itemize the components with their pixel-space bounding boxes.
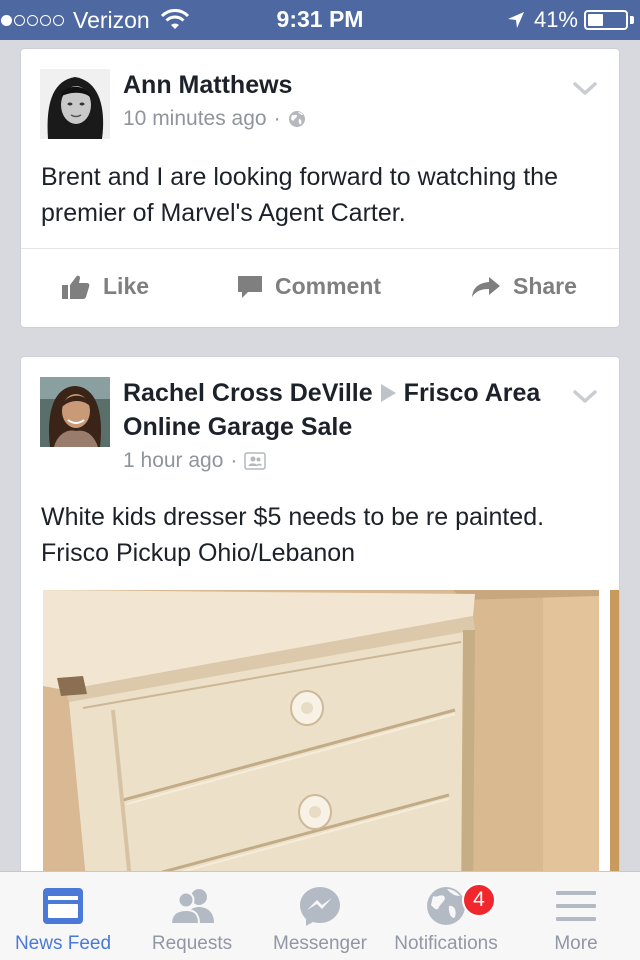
post-text: Brent and I are looking forward to watch…: [41, 163, 558, 227]
dresser-photo-next[interactable]: [610, 590, 620, 896]
tab-label: More: [554, 933, 598, 954]
post-meta: 1 hour ago ·: [123, 449, 267, 473]
chevron-down-icon[interactable]: [573, 390, 597, 404]
news-feed-icon: [43, 888, 83, 924]
dresser-photo[interactable]: [43, 590, 599, 896]
post-timestamp[interactable]: 10 minutes ago: [123, 107, 267, 131]
status-bar: Verizon 9:31 PM 41%: [0, 0, 640, 40]
post-actions: Like Comment Share: [21, 249, 619, 329]
battery-level: [588, 14, 603, 26]
status-right: 41%: [506, 6, 634, 34]
comment-button[interactable]: Comment: [237, 273, 381, 300]
meta-separator: ·: [273, 107, 281, 130]
chevron-down-icon[interactable]: [573, 82, 597, 96]
avatar[interactable]: [40, 69, 110, 139]
tab-messenger[interactable]: Messenger: [264, 872, 376, 960]
post-timestamp[interactable]: 1 hour ago: [123, 449, 223, 473]
tab-more[interactable]: More: [520, 872, 632, 960]
group-icon: [244, 452, 267, 470]
tab-label: News Feed: [14, 933, 112, 954]
like-label: Like: [103, 273, 150, 299]
arrow-right-icon: [380, 384, 396, 402]
share-button[interactable]: Share: [471, 273, 577, 300]
tab-notifications[interactable]: 4 Notifications: [384, 872, 508, 960]
menu-icon: [556, 891, 596, 921]
tab-label: Notifications: [394, 933, 498, 954]
post-text: White kids dresser $5 needs to be re pai…: [41, 503, 545, 567]
post-card: Rachel Cross DeVille Frisco Area Online G…: [20, 356, 620, 896]
tab-news-feed[interactable]: News Feed: [6, 872, 120, 960]
thumbs-up-icon: [62, 275, 90, 299]
friend-requests-icon: [169, 889, 214, 925]
post-author-line: Rachel Cross DeVille Frisco Area Online G…: [123, 376, 563, 444]
tab-requests[interactable]: Requests: [136, 872, 248, 960]
share-arrow-icon: [472, 276, 500, 297]
post-meta: 10 minutes ago ·: [123, 107, 306, 131]
share-label: Share: [513, 273, 577, 299]
notification-badge: 4: [462, 883, 496, 917]
location-arrow-icon: [507, 12, 524, 28]
tab-bar: News Feed Requests Messenger 4 Notificat…: [0, 871, 640, 960]
battery-percent: 41%: [533, 7, 578, 32]
tab-label: Messenger: [273, 933, 367, 954]
tab-label: Requests: [151, 933, 233, 954]
comment-icon: [238, 275, 262, 298]
globe-icon: [427, 887, 465, 925]
battery-cap: [630, 16, 634, 24]
messenger-icon: [300, 887, 340, 926]
post-card: Ann Matthews 10 minutes ago · Brent and …: [20, 48, 620, 328]
meta-separator: ·: [230, 449, 238, 472]
like-button[interactable]: Like: [61, 273, 149, 300]
post-author[interactable]: Ann Matthews: [123, 68, 292, 102]
battery-icon: [584, 10, 628, 30]
globe-icon: [288, 111, 305, 127]
avatar[interactable]: [40, 377, 110, 447]
post-author[interactable]: Rachel Cross DeVille: [123, 379, 373, 407]
comment-label: Comment: [275, 273, 382, 299]
